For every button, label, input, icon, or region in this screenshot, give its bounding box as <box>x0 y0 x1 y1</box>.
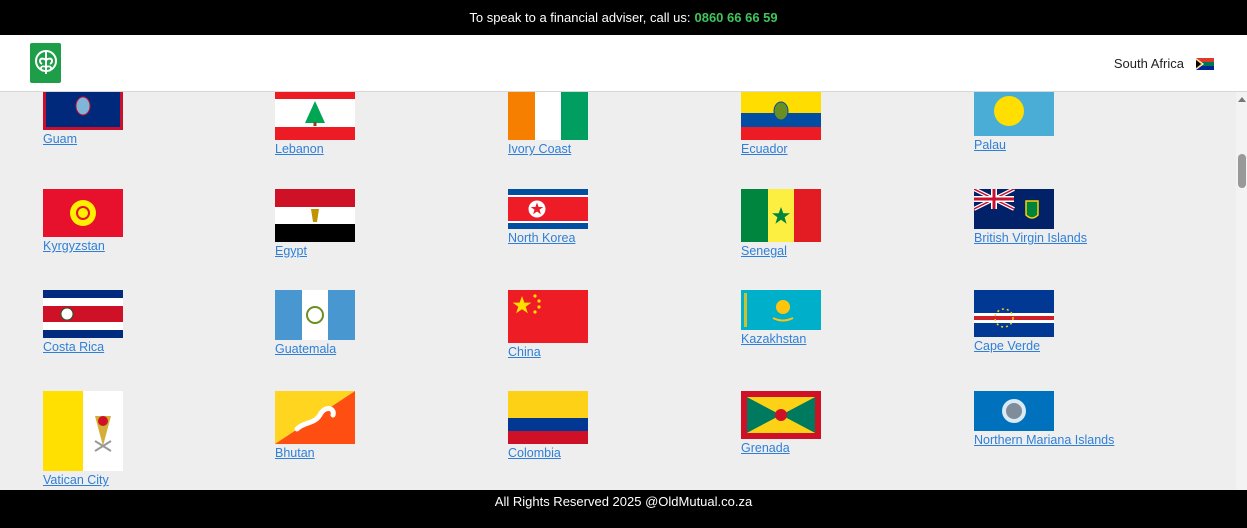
flag-grid: Guam Lebanon Ivory Coast Ecuador Palau K <box>0 92 1236 490</box>
country-label: South Africa <box>1113 56 1184 71</box>
flag-item-guatemala[interactable]: Guatemala <box>275 290 355 356</box>
guam-flag-icon <box>43 92 123 130</box>
flag-link[interactable]: Kyrgyzstan <box>43 239 123 253</box>
tree-icon <box>34 50 57 74</box>
flag-link[interactable]: Senegal <box>741 244 821 258</box>
bhutan-flag-icon <box>275 391 355 444</box>
kyrgyzstan-flag-icon <box>43 189 123 237</box>
page-scrollbar[interactable] <box>1236 92 1247 490</box>
flag-item-bhutan[interactable]: Bhutan <box>275 391 355 460</box>
old-mutual-logo[interactable] <box>30 43 61 83</box>
flag-item-colombia[interactable]: Colombia <box>508 391 588 460</box>
flag-link[interactable]: Guatemala <box>275 342 355 356</box>
flag-item-ivory-coast[interactable]: Ivory Coast <box>508 92 588 156</box>
flag-link[interactable]: Palau <box>974 138 1054 152</box>
north-korea-flag-icon <box>508 189 588 229</box>
cape-verde-flag-icon <box>974 290 1054 337</box>
flag-item-costa-rica[interactable]: Costa Rica <box>43 290 123 354</box>
flag-item-senegal[interactable]: Senegal <box>741 189 821 258</box>
flag-item-north-korea[interactable]: North Korea <box>508 189 588 245</box>
flag-item-nmi[interactable]: Northern Mariana Islands <box>974 391 1114 447</box>
south-africa-flag-icon <box>1196 57 1214 70</box>
senegal-flag-icon <box>741 189 821 242</box>
flag-item-kyrgyzstan[interactable]: Kyrgyzstan <box>43 189 123 253</box>
costa-rica-flag-icon <box>43 290 123 338</box>
guatemala-flag-icon <box>275 290 355 340</box>
flag-link[interactable]: Guam <box>43 132 123 146</box>
flag-link[interactable]: China <box>508 345 588 359</box>
banner-text: To speak to a financial adviser, call us… <box>469 10 691 25</box>
ecuador-flag-icon <box>741 92 821 140</box>
grenada-flag-icon <box>741 391 821 439</box>
scroll-up-icon[interactable] <box>1238 97 1246 102</box>
flag-link[interactable]: Grenada <box>741 441 821 455</box>
flag-link[interactable]: North Korea <box>508 231 588 245</box>
colombia-flag-icon <box>508 391 588 444</box>
flag-link[interactable]: Cape Verde <box>974 339 1054 353</box>
country-selector[interactable]: South Africa <box>1114 56 1214 71</box>
flag-item-palau[interactable]: Palau <box>974 92 1054 152</box>
flag-link[interactable]: British Virgin Islands <box>974 231 1087 245</box>
northern-mariana-islands-flag-icon <box>974 391 1054 431</box>
flag-link[interactable]: Vatican City <box>43 473 123 487</box>
flag-item-egypt[interactable]: Egypt <box>275 189 355 258</box>
lebanon-flag-icon <box>275 92 355 140</box>
egypt-flag-icon <box>275 189 355 242</box>
flag-link[interactable]: Egypt <box>275 244 355 258</box>
flag-link[interactable]: Bhutan <box>275 446 355 460</box>
flag-item-ecuador[interactable]: Ecuador <box>741 92 821 156</box>
flag-item-cape-verde[interactable]: Cape Verde <box>974 290 1054 353</box>
flag-link[interactable]: Ecuador <box>741 142 821 156</box>
flag-link[interactable]: Ivory Coast <box>508 142 588 156</box>
kazakhstan-flag-icon <box>741 290 821 330</box>
flag-item-grenada[interactable]: Grenada <box>741 391 821 455</box>
palau-flag-icon <box>974 92 1054 136</box>
flag-link[interactable]: Costa Rica <box>43 340 123 354</box>
copyright-text: All Rights Reserved 2025 @OldMutual.co.z… <box>494 493 753 509</box>
flag-link[interactable]: Lebanon <box>275 142 355 156</box>
flag-link[interactable]: Colombia <box>508 446 588 460</box>
site-footer: All Rights Reserved 2025 @OldMutual.co.z… <box>0 490 1247 528</box>
flag-link[interactable]: Northern Mariana Islands <box>974 433 1114 447</box>
ivory-coast-flag-icon <box>508 92 588 140</box>
vatican-flag-icon <box>43 391 123 471</box>
flag-item-guam[interactable]: Guam <box>43 92 123 146</box>
flag-item-lebanon[interactable]: Lebanon <box>275 92 355 156</box>
scroll-thumb[interactable] <box>1238 154 1246 188</box>
china-flag-icon <box>508 290 588 343</box>
flag-item-bvi[interactable]: British Virgin Islands <box>974 189 1087 245</box>
british-virgin-islands-flag-icon <box>974 189 1054 229</box>
flag-item-kazakhstan[interactable]: Kazakhstan <box>741 290 821 346</box>
top-banner: To speak to a financial adviser, call us… <box>0 0 1247 35</box>
flag-link[interactable]: Kazakhstan <box>741 332 821 346</box>
flag-item-vatican[interactable]: Vatican City <box>43 391 123 487</box>
phone-number-link[interactable]: 0860 66 66 59 <box>694 10 777 25</box>
site-header: South Africa <box>0 35 1247 92</box>
flag-item-china[interactable]: China <box>508 290 588 359</box>
